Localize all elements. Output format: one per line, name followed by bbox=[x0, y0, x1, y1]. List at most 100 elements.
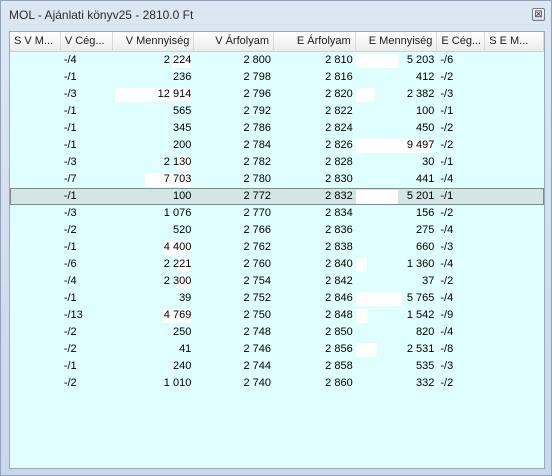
cell-s-e-m bbox=[485, 222, 544, 239]
cell-s-e-m bbox=[485, 137, 544, 154]
close-icon[interactable]: ⊠ bbox=[532, 8, 545, 21]
cell-s-v-m bbox=[10, 358, 61, 375]
order-book-grid[interactable]: S V M... V Cég... V Mennyiség V Árfolyam… bbox=[9, 31, 545, 469]
volume-bar bbox=[355, 292, 402, 306]
cell-e-ceg: -/4 bbox=[437, 290, 485, 307]
cell-e-arfolyam: 2 816 bbox=[274, 69, 356, 86]
cell-v-ceg-text: -/3 bbox=[63, 156, 77, 168]
table-row[interactable]: -/3 12 914 2 796 2 820 2 382 -/3 bbox=[10, 86, 544, 103]
column-header-v-ceg[interactable]: V Cég... bbox=[61, 32, 113, 52]
table-row[interactable]: -/2 41 2 746 2 856 2 531 -/8 bbox=[10, 341, 544, 358]
table-row[interactable]: -/3 2 130 2 782 2 828 30 -/1 bbox=[10, 154, 544, 171]
cell-s-e-m bbox=[485, 375, 544, 392]
cell-v-arfolyam: 2 782 bbox=[194, 154, 274, 171]
table-row[interactable]: -/1 236 2 798 2 816 412 -/2 bbox=[10, 69, 544, 86]
cell-e-arfolyam: 2 840 bbox=[274, 256, 356, 273]
table-row[interactable]: -/6 2 221 2 760 2 840 1 360 -/4 bbox=[10, 256, 544, 273]
cell-e-mennyiseg: 37 bbox=[356, 273, 438, 290]
column-header-e-ceg[interactable]: E Cég... bbox=[437, 32, 486, 52]
cell-v-mennyiseg: 520 bbox=[113, 222, 195, 239]
cell-e-mennyiseg-text: 412 bbox=[416, 71, 435, 83]
cell-v-mennyiseg-text: 2 300 bbox=[163, 275, 192, 287]
cell-v-arfolyam: 2 752 bbox=[194, 290, 274, 307]
column-header-s-v-m[interactable]: S V M... bbox=[10, 32, 61, 52]
cell-v-ceg-text: -/1 bbox=[63, 139, 77, 151]
cell-v-mennyiseg: 100 bbox=[113, 188, 195, 205]
cell-s-v-m bbox=[10, 154, 61, 171]
volume-bar bbox=[355, 343, 377, 357]
table-row[interactable]: -/1 39 2 752 2 846 5 765 -/4 bbox=[10, 290, 544, 307]
cell-e-ceg-text: -/2 bbox=[440, 377, 454, 389]
title-bar[interactable]: MOL - Ajánlati könyv25 - 2810.0 Ft ⊠ bbox=[1, 1, 551, 27]
table-row[interactable]: -/1 345 2 786 2 824 450 -/2 bbox=[10, 120, 544, 137]
cell-e-mennyiseg: 275 bbox=[356, 222, 438, 239]
table-row[interactable]: -/4 2 224 2 800 2 810 5 203 -/6 bbox=[10, 52, 544, 69]
column-header-v-arfolyam[interactable]: V Árfolyam bbox=[194, 32, 274, 52]
cell-e-mennyiseg: 5 201 bbox=[355, 188, 438, 205]
table-row[interactable]: -/2 1 010 2 740 2 860 332 -/2 bbox=[10, 375, 544, 392]
column-header-e-arfolyam[interactable]: E Árfolyam bbox=[274, 32, 356, 52]
cell-e-arfolyam: 2 856 bbox=[274, 341, 356, 358]
cell-v-arfolyam: 2 786 bbox=[194, 120, 274, 137]
column-header-v-mennyiseg[interactable]: V Mennyiség bbox=[113, 32, 195, 52]
cell-e-mennyiseg-text: 156 bbox=[416, 207, 435, 219]
cell-v-ceg-text: -/7 bbox=[63, 173, 77, 185]
cell-s-v-m bbox=[10, 375, 61, 392]
cell-v-mennyiseg-text: 236 bbox=[172, 71, 192, 83]
cell-v-ceg-text: -/2 bbox=[63, 224, 77, 236]
cell-e-mennyiseg-text: 820 bbox=[416, 326, 435, 338]
cell-e-arfolyam-text: 2 816 bbox=[325, 71, 353, 83]
cell-v-mennyiseg: 1 010 bbox=[113, 375, 195, 392]
table-row[interactable]: -/1 100 2 772 2 832 5 201 -/1 bbox=[10, 188, 544, 205]
cell-e-arfolyam-text: 2 828 bbox=[325, 156, 353, 168]
table-row[interactable]: -/3 1 076 2 770 2 834 156 -/2 bbox=[10, 205, 544, 222]
cell-s-e-m bbox=[485, 120, 544, 137]
cell-e-mennyiseg-text: 2 382 bbox=[406, 88, 435, 100]
cell-v-mennyiseg-text: 240 bbox=[172, 360, 192, 372]
cell-s-e-m bbox=[485, 103, 544, 120]
table-row[interactable]: -/1 240 2 744 2 858 535 -/3 bbox=[10, 358, 544, 375]
cell-s-e-m bbox=[485, 154, 544, 171]
table-row[interactable]: -/1 565 2 792 2 822 100 -/1 bbox=[10, 103, 544, 120]
cell-e-ceg-text: -/2 bbox=[440, 207, 454, 219]
table-row[interactable]: -/1 4 400 2 762 2 838 660 -/3 bbox=[10, 239, 544, 256]
table-row[interactable]: -/1 200 2 784 2 826 9 497 -/2 bbox=[10, 137, 544, 154]
cell-e-ceg: -/4 bbox=[437, 222, 485, 239]
cell-e-arfolyam: 2 848 bbox=[274, 307, 356, 324]
cell-e-arfolyam-text: 2 826 bbox=[325, 139, 353, 151]
table-row[interactable]: -/4 2 300 2 754 2 842 37 -/2 bbox=[10, 273, 544, 290]
cell-e-arfolyam-text: 2 832 bbox=[325, 190, 353, 202]
cell-e-mennyiseg: 441 bbox=[356, 171, 438, 188]
cell-e-ceg: -/8 bbox=[437, 341, 485, 358]
cell-e-arfolyam-text: 2 856 bbox=[325, 343, 353, 355]
cell-s-e-m bbox=[485, 86, 544, 103]
table-row[interactable]: -/2 520 2 766 2 836 275 -/4 bbox=[10, 222, 544, 239]
cell-v-mennyiseg: 2 221 bbox=[113, 256, 195, 273]
cell-e-mennyiseg: 450 bbox=[356, 120, 438, 137]
cell-v-arfolyam-text: 2 798 bbox=[243, 71, 272, 83]
cell-s-e-m bbox=[485, 256, 544, 273]
cell-v-mennyiseg: 4 769 bbox=[113, 307, 195, 324]
cell-v-arfolyam-text: 2 800 bbox=[243, 54, 272, 66]
cell-v-ceg-text: -/6 bbox=[63, 258, 77, 270]
cell-e-mennyiseg: 412 bbox=[356, 69, 438, 86]
cell-e-mennyiseg-text: 100 bbox=[416, 105, 435, 117]
cell-v-ceg: -/13 bbox=[61, 307, 113, 324]
cell-e-mennyiseg-text: 1 542 bbox=[406, 309, 435, 321]
table-row[interactable]: -/7 7 703 2 780 2 830 441 -/4 bbox=[10, 171, 544, 188]
order-book-window: MOL - Ajánlati könyv25 - 2810.0 Ft ⊠ S V… bbox=[0, 0, 552, 476]
cell-e-ceg-text: -/4 bbox=[440, 173, 454, 185]
cell-v-mennyiseg-text: 2 130 bbox=[163, 156, 192, 168]
column-header-e-mennyiseg[interactable]: E Mennyiség bbox=[356, 32, 438, 52]
cell-v-arfolyam-text: 2 744 bbox=[243, 360, 272, 372]
cell-e-mennyiseg: 332 bbox=[356, 375, 438, 392]
table-row[interactable]: -/2 250 2 748 2 850 820 -/4 bbox=[10, 324, 544, 341]
cell-s-v-m bbox=[10, 222, 61, 239]
cell-e-arfolyam-text: 2 830 bbox=[325, 173, 353, 185]
volume-bar bbox=[355, 258, 367, 272]
cell-v-ceg: -/1 bbox=[61, 137, 113, 154]
column-header-s-e-m[interactable]: S E M... bbox=[485, 32, 544, 52]
table-row[interactable]: -/13 4 769 2 750 2 848 1 542 -/9 bbox=[10, 307, 544, 324]
cell-v-ceg: -/3 bbox=[61, 205, 113, 222]
cell-e-ceg-text: -/8 bbox=[440, 343, 454, 355]
